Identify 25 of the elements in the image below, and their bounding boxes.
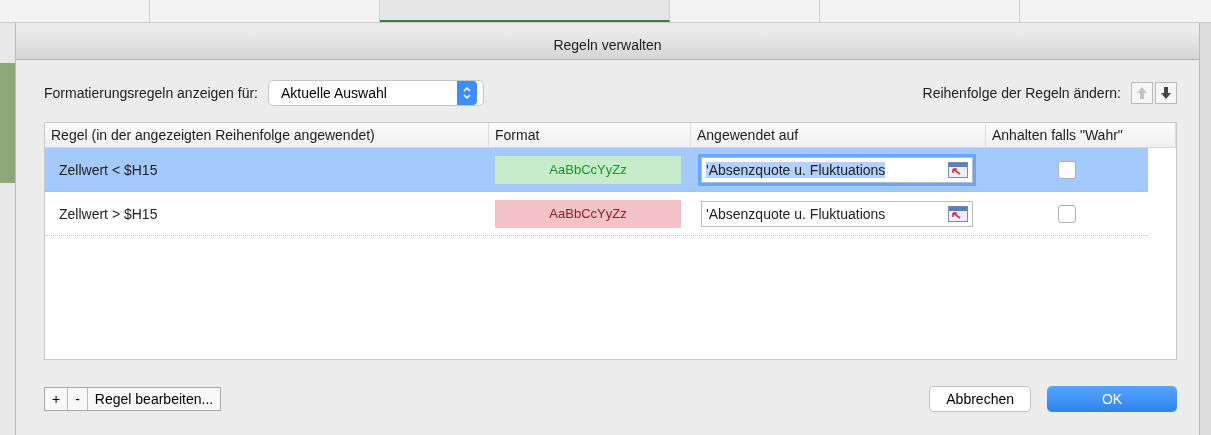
column-header: Regel (in der angezeigten Reihenfolge angewendet) <box>45 123 489 147</box>
format-preview: AaBbCcYyZz <box>495 199 681 228</box>
stop-checkbox[interactable] <box>1058 204 1076 223</box>
filter-label: Formatierungsregeln anzeigen für: <box>44 85 258 101</box>
rule-row[interactable]: Zellwert < $H15 AaBbCcYyZz 'Absenzquote u. Fluktuations <box>45 148 1148 192</box>
range-picker-icon <box>948 161 968 178</box>
rule-cell-text: Zellwert < $H15 <box>58 160 159 180</box>
stop-checkbox[interactable] <box>1058 160 1076 179</box>
rule-row[interactable]: Zellwert > $H15 AaBbCcYyZz 'Absenzquote u. Fluktuations <box>45 192 1148 236</box>
range-field[interactable]: 'Absenzquote u. Fluktuations <box>701 200 973 227</box>
cancel-button[interactable]: Abbrechen <box>929 386 1031 412</box>
move-down-button[interactable] <box>1155 82 1177 104</box>
up-arrow-icon <box>1136 86 1148 100</box>
range-picker-icon <box>948 205 968 222</box>
window-title: Regeln verwalten <box>16 31 1199 60</box>
format-preview: AaBbCcYyZz <box>495 155 681 184</box>
order-label: Reihenfolge der Regeln ändern: <box>922 85 1121 101</box>
column-header: Anhalten falls "Wahr" <box>986 123 1176 147</box>
column-header: Format <box>489 123 691 147</box>
range-field[interactable]: 'Absenzquote u. Fluktuations <box>701 156 973 183</box>
rule-cell-text: Zellwert > $H15 <box>58 204 159 224</box>
column-header: Angewendet auf <box>691 123 986 147</box>
stepper-icon <box>463 86 471 100</box>
filter-dropdown[interactable]: Aktuelle Auswahl <box>268 80 484 106</box>
down-arrow-icon <box>1160 86 1172 100</box>
